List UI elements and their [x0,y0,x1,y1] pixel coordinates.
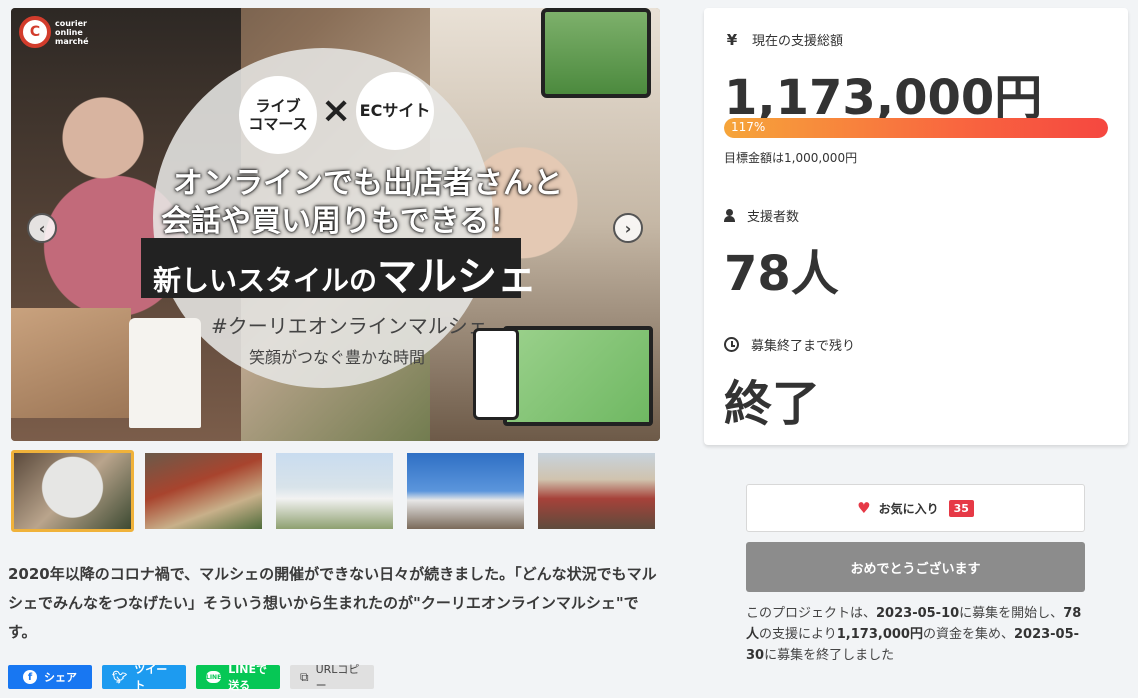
carousel-next-button[interactable]: › [613,213,643,243]
thumbnail-2[interactable] [142,450,265,532]
project-summary: このプロジェクトは、2023-05-10に募集を開始し、78人の支援により1,1… [746,603,1085,666]
line-share-label: LINEで送る [228,663,268,692]
favorite-button[interactable]: ♥ お気に入り 35 [746,484,1085,532]
carousel-prev-button[interactable]: ‹ [27,213,57,243]
clock-icon [724,337,739,352]
logo-text: courier online marché [55,18,89,46]
thumbnail-image [145,453,262,529]
url-copy-button[interactable]: ⧉ URLコピー [290,663,374,692]
favorite-count-badge: 35 [948,499,974,517]
backers-label: 支援者数 [747,210,800,225]
funding-stats-card: ¥ 現在の支援総額 1,173,000円 117% 目標金額は1,000,000… [704,8,1128,445]
facebook-icon: f [23,670,37,684]
amount-label: 現在の支援総額 [752,34,844,49]
hero-phone [473,328,519,420]
hero-laptop-map [503,326,653,426]
thumbnail-1[interactable] [11,450,134,532]
line-share-button[interactable]: LINE LINEで送る [196,663,280,692]
thumbnail-image [14,453,131,529]
summary-amount: 1,173,000円 [836,627,923,642]
hero-headline-3: 新しいスタイルのマルシェ [153,244,537,302]
thumbnail-image [538,453,655,529]
congrats-button[interactable]: おめでとうございます [746,542,1085,592]
yen-icon: ¥ [726,30,738,49]
backers-count: 78人 [724,246,839,302]
remaining-label-row: 募集終了まで残り [724,335,855,354]
favorite-label: お気に入り [878,501,939,516]
summary-text: に募集を開始し、 [959,606,1064,621]
summary-text: に募集を終了しました [764,648,895,663]
summary-text: の資金を集め、 [922,627,1014,642]
line-icon: LINE [206,671,222,683]
user-icon [724,209,735,222]
thumbnail-4[interactable] [404,450,527,532]
brand-logo: C courier online marché [19,16,89,48]
project-description: 2020年以降のコロナ禍で、マルシェの開催ができない日々が続きました。「どんな状… [8,565,657,641]
remaining-label: 募集終了まで残り [751,339,856,354]
chevron-right-icon: › [624,218,632,238]
logo-mark-icon: C [19,16,51,48]
twitter-icon: 🐦︎ [112,670,128,684]
url-copy-label: URLコピー [315,663,360,692]
cross-mark: × [321,90,352,131]
hero-headline-3-big: マルシェ [377,254,538,300]
hero-image: C courier online marché ライブ コマース × ECサイト… [11,8,660,441]
chevron-left-icon: ‹ [38,218,46,238]
thumbnail-5[interactable] [535,450,658,532]
amount-label-row: ¥ 現在の支援総額 [724,30,844,50]
backers-label-row: 支援者数 [724,206,799,225]
hero-tagline: #クーリエオンラインマルシェ [211,314,488,338]
twitter-share-button[interactable]: 🐦︎ ツイート [102,663,186,692]
congrats-label: おめでとうございます [850,561,981,577]
share-bar: f シェア 🐦︎ ツイート LINE LINEで送る ⧉ URLコピー [8,663,374,692]
goal-amount: 目標金額は1,000,000円 [724,151,858,165]
bubble-live-commerce: ライブ コマース [239,76,317,154]
summary-text: の支援により [759,627,837,642]
hero-subtagline: 笑顔がつなぐ豊かな時間 [249,348,426,367]
hero-headline-2: 会話や買い周りもできる！ [161,204,520,239]
hero-laptop-top [541,8,651,98]
thumbnail-3[interactable] [273,450,396,532]
funding-progress-bar: 117% [724,118,1108,138]
funding-progress-fill [724,118,1108,138]
heart-icon: ♥ [857,499,871,517]
thumbnail-strip [11,450,658,532]
summary-text: このプロジェクトは、 [746,606,877,621]
bubble-ec-site: ECサイト [356,72,434,150]
twitter-share-label: ツイート [134,663,168,692]
hero-product-box [11,308,131,418]
hero-tote-bag [129,318,201,428]
facebook-share-label: シェア [44,671,77,684]
thumbnail-image [407,453,524,529]
summary-start-date: 2023-05-10 [876,606,960,621]
thumbnail-image [276,453,393,529]
funding-progress-percent: 117% [731,120,766,134]
remaining-status: 終了 [724,376,821,432]
facebook-share-button[interactable]: f シェア [8,665,92,689]
copy-icon: ⧉ [300,669,309,684]
hero-headline-3-pre: 新しいスタイルの [153,264,378,297]
